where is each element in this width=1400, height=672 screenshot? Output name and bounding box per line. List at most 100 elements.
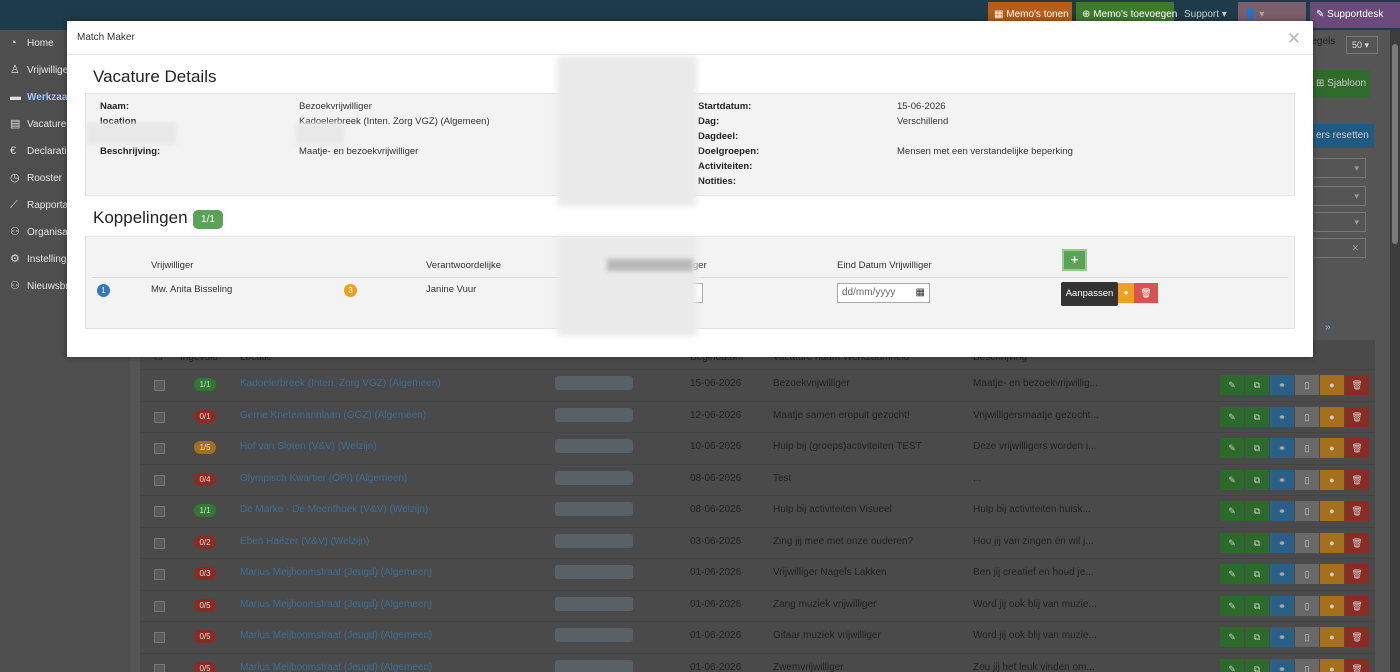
comment-button[interactable]: ● — [1320, 533, 1344, 553]
add-koppeling-button[interactable]: + — [1062, 249, 1087, 271]
comment-button[interactable]: ● — [1118, 283, 1134, 303]
locatie-link[interactable]: Marius Meijboomstraat (Jeugd) (Algemeen) — [240, 599, 432, 610]
match-button[interactable]: ⚭ — [1270, 407, 1294, 427]
locatie-link[interactable]: Kadoelerbreek (Inten. Zorg VGZ) (Algemee… — [240, 378, 441, 389]
delete-button[interactable]: 🗑 — [1134, 283, 1158, 303]
copy-button[interactable]: ⧉ — [1245, 438, 1269, 458]
locatie-link[interactable]: Marius Meijboomstraat (Jeugd) (Algemeen) — [240, 567, 432, 578]
comment-button[interactable]: ● — [1320, 627, 1344, 647]
sjabloon-button[interactable]: ⊞ Sjabloon — [1312, 70, 1370, 98]
row-checkbox[interactable] — [154, 380, 165, 391]
copy-button[interactable]: ⧉ — [1245, 501, 1269, 521]
edit-button[interactable]: ✎ — [1220, 659, 1244, 672]
bookmark-button[interactable]: ▯ — [1295, 407, 1319, 427]
copy-button[interactable]: ⧉ — [1245, 470, 1269, 490]
locatie-link[interactable]: De Marke - De Meenthoek (V&V) (Welzijn) — [240, 504, 428, 515]
comment-button[interactable]: ● — [1320, 659, 1344, 672]
table-row[interactable]: 0/1 Gerrie Knetemannlaan (GGZ) (Algemeen)… — [140, 401, 1375, 432]
comment-button[interactable]: ● — [1320, 375, 1344, 395]
match-button[interactable]: ⚭ — [1270, 627, 1294, 647]
table-row[interactable]: 0/5 Marius Meijboomstraat (Jeugd) (Algeme… — [140, 621, 1375, 652]
edit-button[interactable]: ✎ — [1220, 407, 1244, 427]
locatie-link[interactable]: Marius Meijboomstraat (Jeugd) (Algemeen) — [240, 662, 432, 672]
bookmark-button[interactable]: ▯ — [1295, 627, 1319, 647]
copy-button[interactable]: ⧉ — [1245, 533, 1269, 553]
bookmark-button[interactable]: ▯ — [1295, 533, 1319, 553]
delete-button[interactable]: 🗑 — [1345, 596, 1369, 616]
copy-button[interactable]: ⧉ — [1245, 596, 1269, 616]
copy-button[interactable]: ⧉ — [1245, 659, 1269, 672]
locatie-link[interactable]: Hof van Sloten (V&V) (Welzijn) — [240, 441, 377, 452]
table-row[interactable]: 0/3 Marius Meijboomstraat (Jeugd) (Algeme… — [140, 558, 1375, 589]
comment-button[interactable]: ● — [1320, 407, 1344, 427]
edit-button[interactable]: ✎ — [1220, 501, 1244, 521]
table-row[interactable]: 1/5 Hof van Sloten (V&V) (Welzijn) 10-06-2… — [140, 432, 1375, 463]
supportdesk-button[interactable]: ✎ Supportdesk — [1310, 2, 1400, 28]
copy-button[interactable]: ⧉ — [1245, 407, 1269, 427]
match-button[interactable]: ⚭ — [1270, 501, 1294, 521]
copy-button[interactable]: ⧉ — [1245, 627, 1269, 647]
edit-button[interactable]: ✎ — [1220, 596, 1244, 616]
table-row[interactable]: 0/2 Eben Haëzer (V&V) (Welzijn) 03-06-2026… — [140, 527, 1375, 558]
filter-select-3[interactable]: ▾ — [1312, 212, 1366, 232]
comment-button[interactable]: ● — [1320, 596, 1344, 616]
bookmark-button[interactable]: ▯ — [1295, 564, 1319, 584]
match-button[interactable]: ⚭ — [1270, 564, 1294, 584]
filter-select-4[interactable]: ✕ — [1312, 238, 1366, 258]
edit-button[interactable]: ✎ — [1220, 375, 1244, 395]
delete-button[interactable]: 🗑 — [1345, 501, 1369, 521]
match-button[interactable]: ⚭ — [1270, 596, 1294, 616]
koppeling-count-badge[interactable]: 3 — [344, 284, 357, 297]
eind-datum-input[interactable]: dd/mm/yyyy ▦ — [837, 283, 930, 303]
table-row[interactable]: 0/5 Marius Meijboomstraat (Jeugd) (Algeme… — [140, 590, 1375, 621]
delete-button[interactable]: 🗑 — [1345, 659, 1369, 672]
locatie-link[interactable]: Olympisch Kwartier (OPI) (Algemeen) — [240, 473, 407, 484]
locatie-link[interactable]: Gerrie Knetemannlaan (GGZ) (Algemeen) — [240, 410, 426, 421]
bookmark-button[interactable]: ▯ — [1295, 375, 1319, 395]
filter-select-1[interactable]: ▾ — [1312, 158, 1366, 178]
row-checkbox[interactable] — [154, 475, 165, 486]
close-icon[interactable]: ✕ — [1287, 29, 1301, 49]
row-checkbox[interactable] — [154, 632, 165, 643]
comment-button[interactable]: ● — [1320, 564, 1344, 584]
page-scrollbar[interactable] — [1390, 30, 1400, 672]
pagination-next[interactable]: » — [1325, 322, 1331, 333]
locatie-link[interactable]: Marius Meijboomstraat (Jeugd) (Algemeen) — [240, 630, 432, 641]
copy-button[interactable]: ⧉ — [1245, 375, 1269, 395]
comment-button[interactable]: ● — [1320, 438, 1344, 458]
row-checkbox[interactable] — [154, 412, 165, 423]
koppeling-vrijwilliger[interactable]: Mw. Anita Bisseling — [151, 284, 232, 295]
copy-button[interactable]: ⧉ — [1245, 564, 1269, 584]
match-button[interactable]: ⚭ — [1270, 375, 1294, 395]
filter-select-2[interactable]: ▾ — [1312, 186, 1366, 206]
bookmark-button[interactable]: ▯ — [1295, 501, 1319, 521]
comment-button[interactable]: ● — [1320, 470, 1344, 490]
edit-button[interactable]: ✎ — [1220, 470, 1244, 490]
match-button[interactable]: ⚭ — [1270, 470, 1294, 490]
edit-button[interactable]: ✎ — [1220, 533, 1244, 553]
edit-button[interactable]: ✎ — [1220, 627, 1244, 647]
row-checkbox[interactable] — [154, 601, 165, 612]
delete-button[interactable]: 🗑 — [1345, 627, 1369, 647]
table-row[interactable]: 1/1 Kadoelerbreek (Inten. Zorg VGZ) (Alge… — [140, 369, 1375, 400]
bookmark-button[interactable]: ▯ — [1295, 659, 1319, 672]
row-checkbox[interactable] — [154, 506, 165, 517]
delete-button[interactable]: 🗑 — [1345, 407, 1369, 427]
delete-button[interactable]: 🗑 — [1345, 375, 1369, 395]
table-row[interactable]: 1/1 De Marke - De Meenthoek (V&V) (Welzij… — [140, 495, 1375, 526]
match-button[interactable]: ⚭ — [1270, 438, 1294, 458]
match-button[interactable]: ⚭ — [1270, 659, 1294, 672]
scrollbar-thumb[interactable] — [1392, 44, 1398, 244]
bookmark-button[interactable]: ▯ — [1295, 470, 1319, 490]
table-row[interactable]: 0/4 Olympisch Kwartier (OPI) (Algemeen) 08… — [140, 464, 1375, 495]
table-row[interactable]: 0/5 Marius Meijboomstraat (Jeugd) (Algeme… — [140, 653, 1375, 672]
delete-button[interactable]: 🗑 — [1345, 470, 1369, 490]
row-checkbox[interactable] — [154, 569, 165, 580]
row-checkbox[interactable] — [154, 538, 165, 549]
bookmark-button[interactable]: ▯ — [1295, 596, 1319, 616]
delete-button[interactable]: 🗑 — [1345, 564, 1369, 584]
delete-button[interactable]: 🗑 — [1345, 533, 1369, 553]
comment-button[interactable]: ● — [1320, 501, 1344, 521]
locatie-link[interactable]: Eben Haëzer (V&V) (Welzijn) — [240, 536, 369, 547]
bookmark-button[interactable]: ▯ — [1295, 438, 1319, 458]
